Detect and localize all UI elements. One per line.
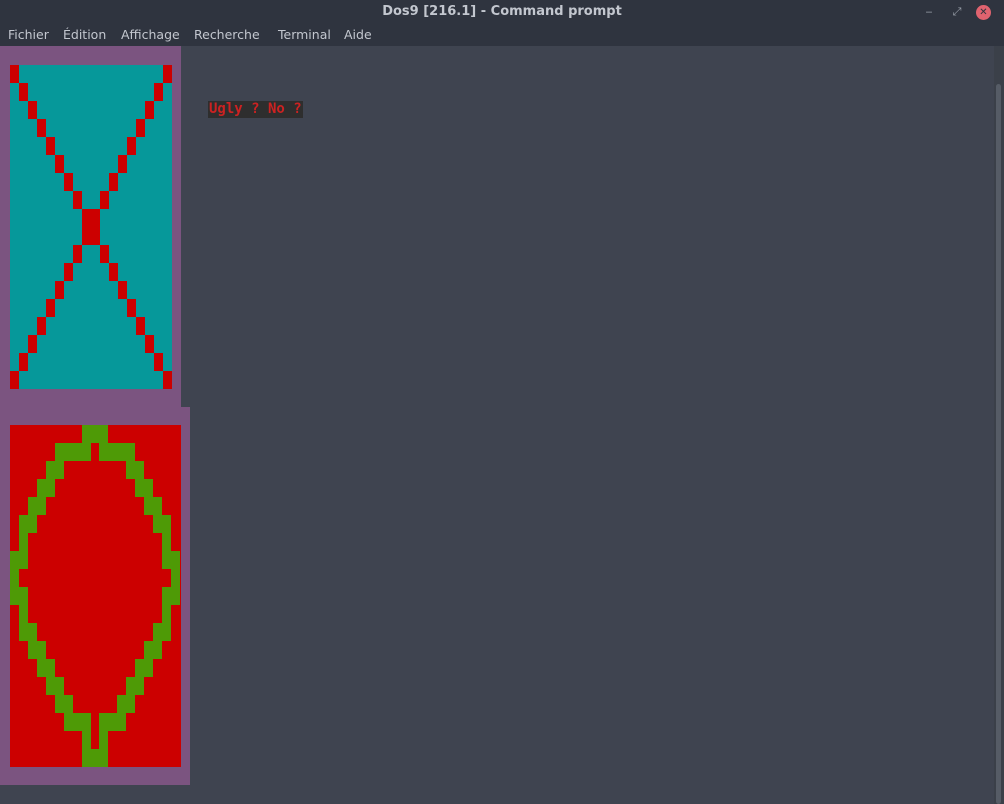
ring-pixel <box>19 515 37 533</box>
maximize-button[interactable]: ⤢ <box>949 4 965 20</box>
terminal-output-text: Ugly ? No ? <box>208 101 303 118</box>
x-pixel <box>100 245 109 263</box>
ring-pixel <box>82 749 108 767</box>
terminal-window: Dos9 [216.1] - Command prompt ‒ ⤢ ✕ Fich… <box>0 0 1004 804</box>
menu-fichier[interactable]: Fichier <box>8 27 49 42</box>
x-pixel <box>118 155 127 173</box>
x-pixel <box>136 119 145 137</box>
x-pixel <box>109 263 118 281</box>
ring-pixel <box>99 443 135 461</box>
x-pixel <box>118 281 127 299</box>
x-pixel <box>127 137 136 155</box>
ring-pixel <box>19 605 28 623</box>
ring-pixel <box>171 569 180 587</box>
bottom-card-red <box>10 425 181 767</box>
ring-pixel <box>153 623 171 641</box>
ring-pixel <box>82 731 91 749</box>
ring-pixel <box>19 623 37 641</box>
x-pixel <box>19 83 28 101</box>
ring-pixel <box>55 695 73 713</box>
x-pixel <box>64 263 73 281</box>
ring-pixel <box>117 695 135 713</box>
ring-pixel <box>126 461 144 479</box>
ring-pixel <box>99 713 126 731</box>
ring-pixel <box>135 659 153 677</box>
x-pixel <box>55 155 64 173</box>
ring-pixel <box>37 659 55 677</box>
x-pixel <box>163 371 172 389</box>
close-button[interactable]: ✕ <box>976 5 991 20</box>
ring-pixel <box>153 515 171 533</box>
x-pixel <box>136 317 145 335</box>
ring-pixel <box>46 461 64 479</box>
ring-pixel <box>99 731 108 749</box>
ring-pixel <box>46 677 64 695</box>
x-pixel <box>37 317 46 335</box>
x-pixel <box>10 371 19 389</box>
ring-pixel <box>55 443 91 461</box>
ring-pixel <box>28 497 46 515</box>
ring-pixel <box>162 587 180 605</box>
menu-bar: Fichier Édition Affichage Recherche Term… <box>0 24 1004 46</box>
x-pixel <box>46 299 55 317</box>
x-pixel <box>163 65 172 83</box>
x-pixel <box>28 335 37 353</box>
ring-pixel <box>144 497 162 515</box>
window-title: Dos9 [216.1] - Command prompt <box>382 4 622 19</box>
ring-pixel <box>10 569 19 587</box>
scrollbar-thumb[interactable] <box>996 84 1001 804</box>
ring-pixel <box>162 533 171 551</box>
x-pixel <box>46 137 55 155</box>
x-pixel <box>10 65 19 83</box>
ring-pixel <box>10 551 28 569</box>
x-pixel <box>82 227 91 245</box>
ring-pixel <box>64 713 91 731</box>
menu-affichage[interactable]: Affichage <box>121 27 180 42</box>
x-pixel <box>55 281 64 299</box>
menu-aide[interactable]: Aide <box>344 27 372 42</box>
ring-pixel <box>144 641 162 659</box>
x-pixel <box>154 353 163 371</box>
ring-pixel <box>82 425 108 443</box>
x-pixel <box>82 209 91 227</box>
ring-pixel <box>28 641 46 659</box>
x-pixel <box>127 299 136 317</box>
x-pixel <box>64 173 73 191</box>
ring-pixel <box>162 551 180 569</box>
x-pixel <box>28 101 37 119</box>
x-pixel <box>19 353 28 371</box>
x-pixel <box>145 335 154 353</box>
x-pixel <box>73 245 82 263</box>
menu-edition[interactable]: Édition <box>63 27 106 42</box>
x-pixel <box>154 83 163 101</box>
ring-pixel <box>135 479 153 497</box>
ring-pixel <box>19 533 28 551</box>
x-pixel <box>109 173 118 191</box>
menu-terminal[interactable]: Terminal <box>278 27 331 42</box>
x-pixel <box>145 101 154 119</box>
title-bar[interactable]: Dos9 [216.1] - Command prompt ‒ ⤢ ✕ <box>0 0 1004 24</box>
menu-rechercher[interactable]: Recherche <box>194 27 260 42</box>
x-pixel <box>91 209 100 227</box>
ring-pixel <box>162 605 171 623</box>
ring-pixel <box>126 677 144 695</box>
x-pixel <box>91 227 100 245</box>
ring-pixel <box>10 587 28 605</box>
ring-pixel <box>37 479 55 497</box>
x-pixel <box>37 119 46 137</box>
x-pixel <box>73 191 82 209</box>
x-pixel <box>100 191 109 209</box>
minimize-button[interactable]: ‒ <box>921 4 937 20</box>
